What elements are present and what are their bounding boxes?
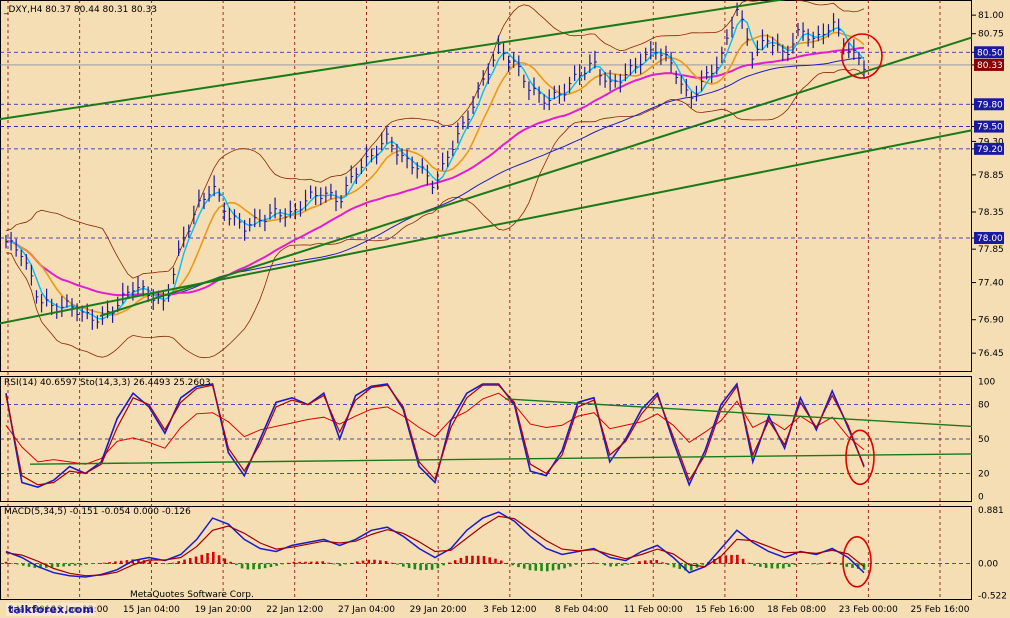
price-tick-label: 79.50 <box>977 123 1003 133</box>
time-tick-label: 19 Jan 20:00 <box>195 605 252 615</box>
price-tick-label: 76.45 <box>978 349 1004 359</box>
trendline-0 <box>0 0 787 121</box>
annotation-circle-price <box>841 33 883 79</box>
price-tick-label: 76.90 <box>978 316 1004 326</box>
stochastic-line <box>5 382 865 488</box>
rsi-tick-label: 20 <box>978 469 990 479</box>
price-tick-label: 81.00 <box>978 11 1004 21</box>
rsi-tick-label: 50 <box>978 435 990 445</box>
ma-orange <box>5 31 865 317</box>
time-tick-label: 29 Jan 20:00 <box>410 605 467 615</box>
rsi-tick-label: 80 <box>978 401 990 411</box>
rsi-line <box>5 392 865 465</box>
time-tick-label: 11 Feb 00:00 <box>624 605 683 615</box>
price-tick-label: 77.85 <box>978 245 1004 255</box>
rsi-panel <box>5 382 973 488</box>
time-tick-label: 23 Feb 00:00 <box>839 605 898 615</box>
footer-credit: MetaQuotes Software Corp. <box>130 590 254 600</box>
watermark-text: talkforex.com <box>6 603 96 616</box>
price-panel <box>0 0 973 359</box>
time-tick-label: 15 Jan 04:00 <box>123 605 180 615</box>
time-tick-label: 25 Feb 16:00 <box>910 605 969 615</box>
rsi-tick-label: 0 <box>978 492 984 502</box>
price-tick-label: 79.80 <box>977 100 1003 110</box>
time-tick-label: 3 Feb 12:00 <box>483 605 537 615</box>
price-tick-label: 80.75 <box>978 30 1004 40</box>
price-tick-label: 80.50 <box>977 48 1003 58</box>
price-tick-label: 78.35 <box>978 208 1004 218</box>
macd-tick-label: -0.522 <box>978 591 1007 601</box>
chart-svg: 8 Jan 201013 Jan 12:00 15 Jan 04:00 19 Jan… <box>0 0 1007 615</box>
rsi-tick-label: 100 <box>978 378 995 388</box>
price-tick-label: 80.33 <box>977 61 1003 71</box>
trendline-1 <box>99 36 973 317</box>
macd-panel-label: MACD(5,34,5) -0.151 -0.054 0.000 -0.126 <box>4 507 191 517</box>
macd-signal-line <box>5 515 865 577</box>
rsi-trendline-lower <box>29 453 973 465</box>
chart-window: 8 Jan 2010 13 Jan 12:00 15 Jan 04:00 19 Jan… <box>0 0 1010 618</box>
ma-magenta <box>5 46 865 297</box>
time-tick-label: 15 Feb 16:00 <box>695 605 754 615</box>
axes: 8 Jan 201013 Jan 12:00 15 Jan 04:00 19 Jan… <box>8 11 1007 615</box>
sto-signal-line <box>5 384 865 486</box>
symbol-header: _DXY,H4 80.37 80.44 80.31 80.33 <box>3 5 157 15</box>
price-tick-label: 78.85 <box>978 171 1004 181</box>
time-tick-label: 27 Jan 04:00 <box>338 605 395 615</box>
macd-tick-label: 0.00 <box>978 560 998 570</box>
macd-main-line <box>5 511 865 578</box>
time-tick-label: 18 Feb 08:00 <box>767 605 826 615</box>
time-tick-label: 8 Feb 04:00 <box>555 605 609 615</box>
panel-frame-2 <box>0 506 972 600</box>
price-tick-label: 77.40 <box>978 279 1004 289</box>
rsi-panel-label: RSI(14) 40.6597 Sto(14,3,3) 26.4493 25.2… <box>4 378 211 388</box>
time-tick-label: 22 Jan 12:00 <box>266 605 323 615</box>
macd-tick-label: 0.881 <box>978 506 1004 516</box>
price-tick-label: 78.00 <box>977 234 1003 244</box>
price-tick-label: 79.20 <box>977 145 1003 155</box>
annotation-circle-macd <box>842 535 872 588</box>
panel-frame-0 <box>0 0 972 372</box>
